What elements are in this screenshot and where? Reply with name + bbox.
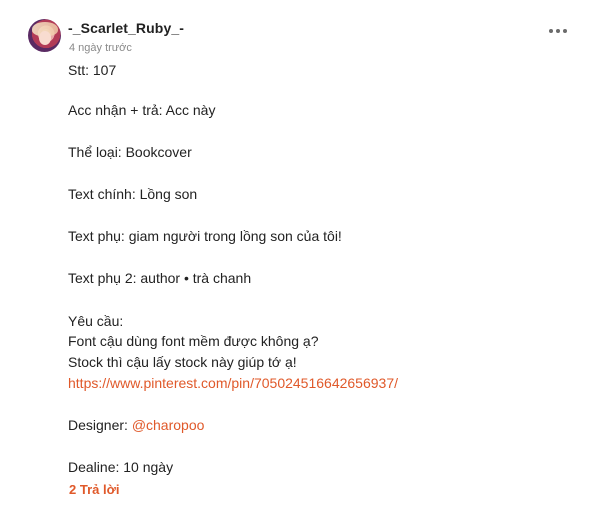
main-text-line: Text chính: Lồng son bbox=[68, 186, 198, 202]
timestamp: 4 ngày trước bbox=[69, 42, 132, 54]
stock-link[interactable]: https://www.pinterest.com/pin/7050245166… bbox=[68, 375, 398, 391]
designer-mention-link[interactable]: @charopoo bbox=[132, 417, 205, 433]
replies-button[interactable]: 2 Trả lời bbox=[69, 482, 119, 497]
sub-text-line: Text phụ: giam người trong lồng son của … bbox=[68, 228, 342, 244]
designer-label: Designer: bbox=[68, 417, 132, 433]
request-font-line: Font cậu dùng font mềm được không ạ? bbox=[68, 333, 319, 349]
category-line: Thể loại: Bookcover bbox=[68, 144, 192, 160]
avatar-face bbox=[39, 31, 51, 45]
more-options-button[interactable] bbox=[549, 26, 567, 36]
request-label: Yêu cầu: bbox=[68, 313, 124, 329]
account-line: Acc nhận + trả: Acc này bbox=[68, 102, 216, 118]
deadline-line: Dealine: 10 ngày bbox=[68, 459, 174, 475]
more-dots-icon bbox=[549, 29, 553, 33]
more-dots-icon bbox=[556, 29, 560, 33]
avatar[interactable] bbox=[28, 19, 61, 52]
stock-link-line: https://www.pinterest.com/pin/7050245166… bbox=[68, 374, 398, 392]
more-dots-icon bbox=[563, 29, 567, 33]
designer-line: Designer: @charopoo bbox=[68, 416, 204, 434]
request-stock-line: Stock thì cậu lấy stock này giúp tớ ạ! bbox=[68, 354, 297, 370]
username[interactable]: -_Scarlet_Ruby_- bbox=[68, 20, 184, 36]
sub-text-2-line: Text phụ 2: author • trà chanh bbox=[68, 270, 252, 286]
stt-line: Stt: 107 bbox=[68, 62, 117, 78]
